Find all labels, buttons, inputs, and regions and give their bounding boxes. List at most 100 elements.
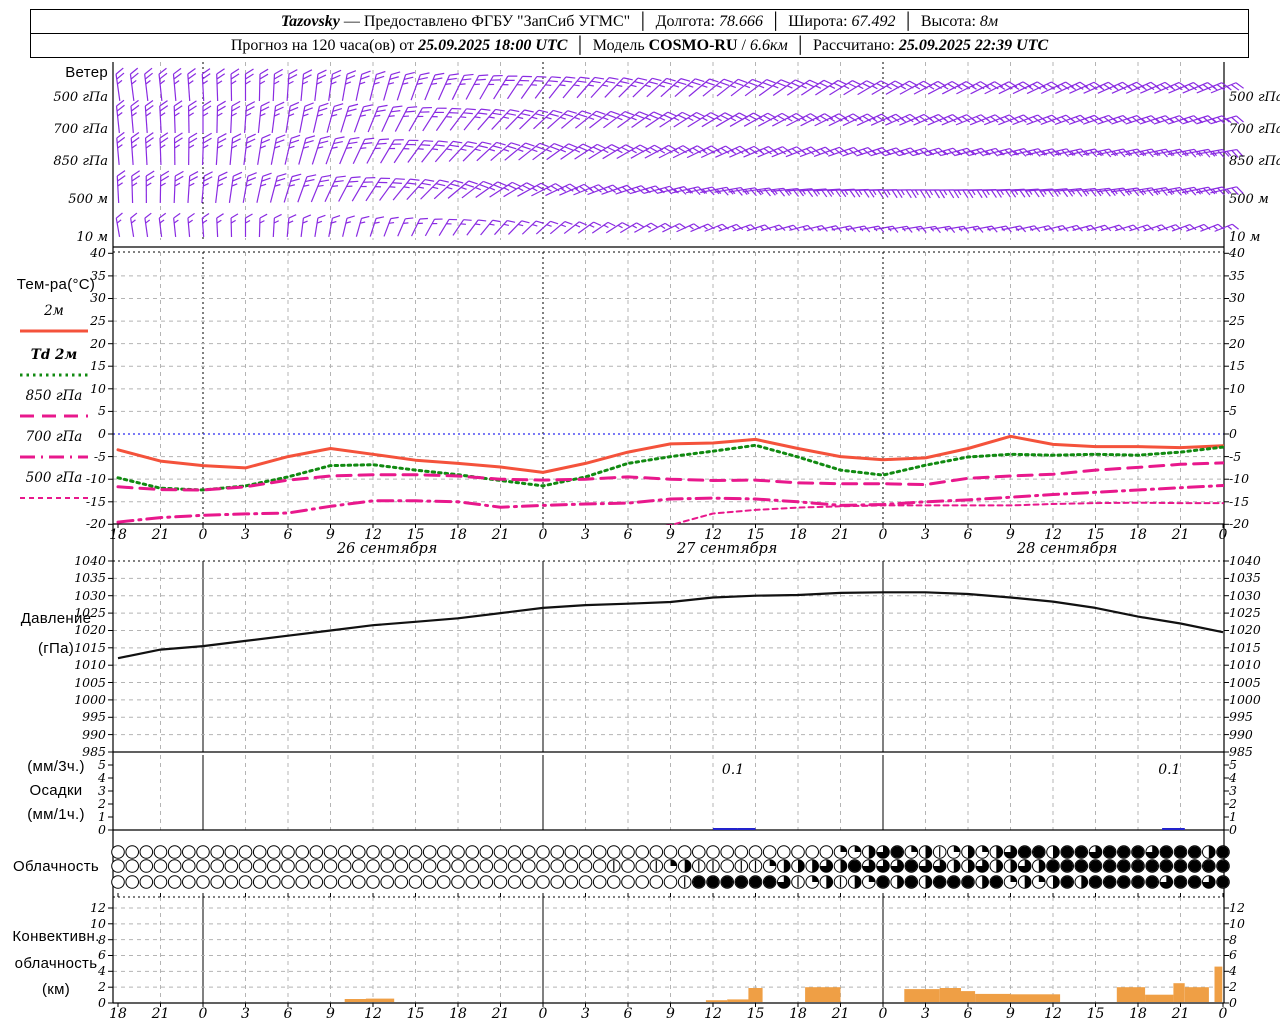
wind-barb [944,225,970,233]
wind-barb [300,69,313,101]
wind-level-label-right: 500 гПа [1229,90,1280,105]
wind-barb [115,67,125,101]
wind-barb [342,215,355,237]
temp-axis-label-left: 25 [90,313,106,329]
wind-panel-title: Ветер [65,64,108,81]
wind-barb [1015,225,1041,233]
wind-barb [1182,82,1216,94]
wind-barb [517,182,550,197]
wind-level-label-left: 700 гПа [53,122,108,137]
wind-barb [870,113,904,126]
pressure-axis-label-left: 995 [82,709,106,725]
hour-label-temp: 3 [921,527,930,543]
wind-barb [258,68,269,102]
wind-barb [269,173,287,203]
wind-barb [339,136,360,165]
wind-barb [420,179,449,200]
wind-barb [145,170,155,204]
wind-barb [116,131,126,166]
hour-label-temp: 18 [109,527,127,543]
pressure-axis-label-left: 1005 [74,674,106,690]
wind-barb [956,81,989,95]
temp-axis-label-right: -10 [1229,471,1250,487]
hour-label-bottom: 0 [878,1006,888,1022]
wind-barb [786,113,819,127]
wind-barb [172,67,182,102]
temp-axis-label-left: 15 [90,358,106,374]
wind-barb [503,182,536,198]
wind-barb [955,114,989,126]
wind-barb [987,225,1012,233]
wind-barb [702,78,733,97]
wind-barb [215,133,227,166]
wind-barb [757,146,791,158]
convective-bar [1145,994,1174,1002]
wind-barb [324,175,346,203]
convective-bar [1010,994,1061,1002]
wind-barb [475,181,507,199]
wind-barb [686,145,720,159]
wind-barb [814,113,848,127]
precip-bar [713,828,738,830]
convective-bar [1116,987,1146,1002]
conv-axis-label-left: 0 [98,995,106,1010]
precip-amount-annotation: 0.1 [1158,762,1181,778]
wind-barb [603,111,635,129]
wind-barb [930,225,956,234]
conv-axis-label-right: 12 [1229,899,1245,915]
hour-label-bottom: 6 [963,1006,973,1022]
wind-barb [1140,81,1174,94]
wind-barb [1026,114,1060,126]
convective-bar [748,988,763,1002]
wind-barb [215,171,228,203]
wind-barb [271,101,285,133]
wind-barb [659,111,692,128]
wind-barb [187,212,195,238]
temp-axis-label-left: 30 [90,290,106,306]
convective-bar [939,988,961,1002]
wind-barb [899,80,933,95]
wind-barb [258,213,268,238]
wind-barb [545,183,579,197]
pressure-axis-label-right: 1040 [1229,553,1261,568]
wind-barb [300,214,312,238]
pressure-axis-label-left: 1010 [74,657,106,673]
hour-label-bottom: 12 [704,1006,722,1022]
wind-barb [201,213,210,238]
wind-barb [297,174,317,203]
hour-label-bottom: 15 [406,1006,425,1022]
pressure-axis-label-right: 1015 [1229,639,1261,655]
wind-barb [314,69,327,101]
convective-bar [705,1000,728,1002]
wind-barb [216,213,224,238]
wind-barb [843,80,876,96]
cloud-row-2 [111,875,1230,889]
wind-barb [1055,81,1089,94]
hour-label-bottom: 9 [666,1006,675,1022]
conv-axis-label-left: 8 [98,931,106,947]
wind-barb [201,68,211,102]
wind-barb [216,68,226,102]
wind-barb [230,100,241,134]
temp-axis-label-right: 15 [1229,358,1245,374]
wind-barb [559,183,593,196]
wind-barb [602,144,635,160]
hour-label-bottom: 0 [1218,1006,1228,1022]
wind-barb [672,145,706,159]
wind-barb [588,144,621,160]
temp-axis-label-right: -15 [1229,493,1250,509]
hour-label-temp: 18 [1129,527,1147,543]
wind-barb [299,102,314,133]
wind-barb [1001,225,1027,233]
hour-label-temp: 0 [878,527,888,543]
precip-amount-annotation: 0.1 [721,762,745,778]
wind-barb [772,112,805,127]
wind-barb [130,99,140,134]
wind-barb [746,224,772,232]
conv-axis-label-left: 4 [98,963,106,979]
wind-barb [366,138,390,164]
hour-label-temp: 0 [1218,527,1228,543]
temp-axis-label-left: 10 [90,380,106,396]
wind-barb [230,68,240,102]
wind-barb [129,67,139,101]
